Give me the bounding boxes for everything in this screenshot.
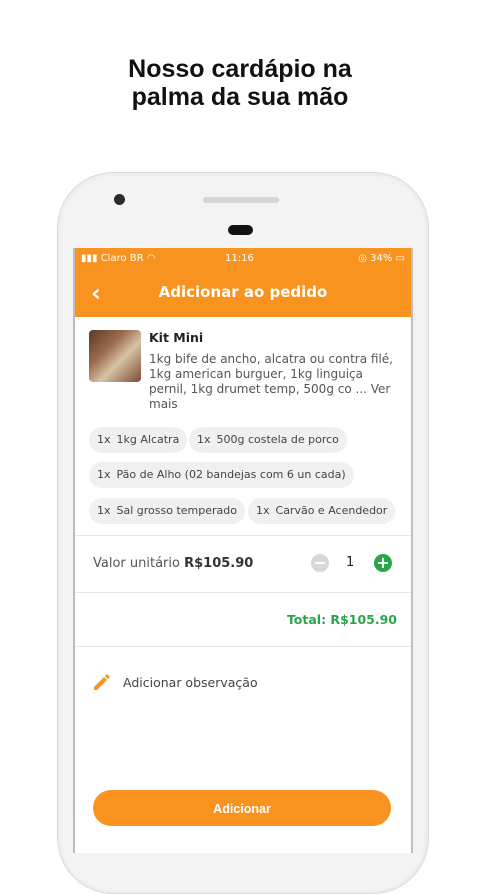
order-total: Total: R$105.90 xyxy=(286,612,397,627)
decrease-quantity-button[interactable]: − xyxy=(311,554,329,572)
proximity-sensor xyxy=(228,225,253,235)
product-image xyxy=(89,330,141,382)
item-chip: 1x Pão de Alho (02 bandejas com 6 un cada… xyxy=(89,462,354,488)
app-bar: ‹ Adicionar ao pedido xyxy=(75,269,411,317)
observation-label: Adicionar observação xyxy=(123,675,258,690)
divider xyxy=(75,592,411,593)
add-to-order-button[interactable]: Adicionar xyxy=(93,790,391,826)
increase-quantity-button[interactable]: + xyxy=(374,554,392,572)
divider xyxy=(75,646,411,647)
divider xyxy=(75,535,411,536)
status-time: 11:16 xyxy=(225,253,254,264)
battery-indicator: ◎ 34% ▭ xyxy=(358,253,405,264)
promo-headline: Nosso cardápio na palma da sua mão xyxy=(0,55,480,111)
item-chip: 1x 500g costela de porco xyxy=(189,427,347,453)
add-observation-button[interactable]: Adicionar observação xyxy=(91,672,391,696)
alarm-icon: ◎ xyxy=(358,253,367,264)
battery-icon: ▭ xyxy=(395,253,405,264)
signal-icon: ▮▮▮ xyxy=(81,253,98,264)
unit-price-value: R$105.90 xyxy=(184,556,254,571)
headline-line-2: palma da sua mão xyxy=(131,83,349,111)
page-title: Adicionar ao pedido xyxy=(158,283,328,301)
quantity-value: 1 xyxy=(346,555,355,570)
status-bar: ▮▮▮ Claro BR ◠ 11:16 ◎ 34% ▭ xyxy=(75,248,411,269)
product-name: Kit Mini xyxy=(149,330,204,345)
phone-screen: ▮▮▮ Claro BR ◠ 11:16 ◎ 34% ▭ ‹ Adicionar… xyxy=(73,248,413,853)
item-chip: 1x Carvão e Acendedor xyxy=(248,498,396,524)
item-chip: 1x 1kg Alcatra xyxy=(89,427,188,453)
carrier-label: ▮▮▮ Claro BR ◠ xyxy=(81,253,156,264)
speaker-grille xyxy=(203,197,279,203)
item-chip: 1x Sal grosso temperado xyxy=(89,498,245,524)
camera-icon xyxy=(114,194,125,205)
wifi-icon: ◠ xyxy=(146,253,156,264)
headline-line-1: Nosso cardápio na xyxy=(128,55,352,83)
pencil-icon xyxy=(94,674,110,690)
product-description[interactable]: 1kg bife de ancho, alcatra ou contra fil… xyxy=(149,352,404,412)
unit-price-row: Valor unitário R$105.90 xyxy=(93,556,254,571)
